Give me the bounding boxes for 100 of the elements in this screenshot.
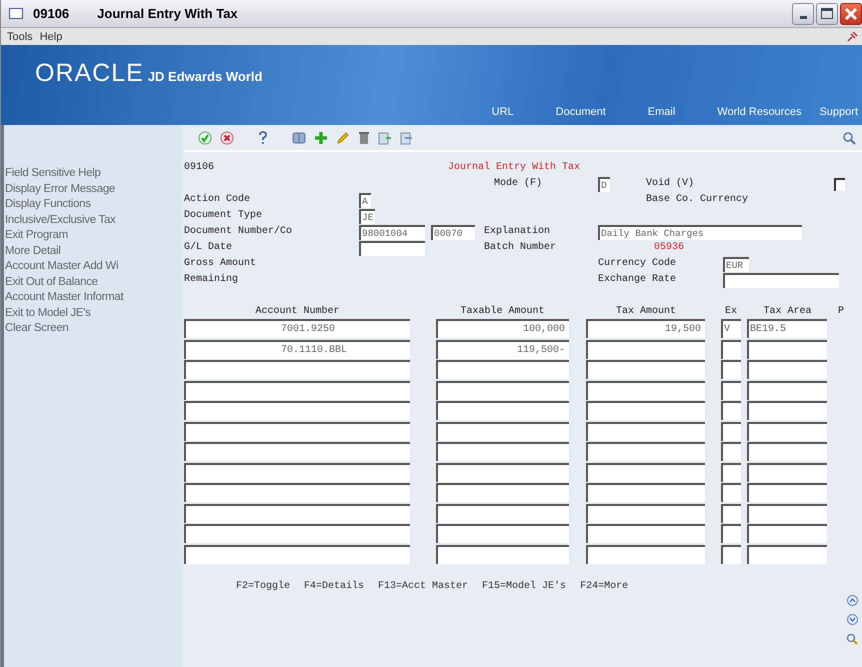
input-field[interactable]	[747, 462, 827, 482]
input-field[interactable]	[721, 504, 741, 523]
input-field[interactable]	[184, 380, 410, 400]
input-field[interactable]	[586, 401, 705, 420]
sidebar-item[interactable]: Field Sensitive Help	[4, 166, 182, 182]
function-key[interactable]: F13=Acct Master	[378, 578, 468, 594]
input-field[interactable]	[721, 401, 741, 420]
sidebar-item[interactable]: Display Functions	[4, 197, 182, 212]
input-field[interactable]	[586, 504, 705, 523]
input-field[interactable]	[747, 483, 827, 502]
input-field[interactable]	[723, 272, 839, 288]
menu-item[interactable]: Tools	[7, 30, 33, 42]
trash-icon[interactable]	[358, 130, 370, 144]
input-field[interactable]	[184, 462, 410, 482]
input-field[interactable]	[184, 422, 410, 441]
input-field[interactable]: A	[359, 192, 371, 208]
sidebar-item[interactable]: Exit Program	[4, 228, 182, 244]
banner-link[interactable]: URL	[492, 106, 514, 118]
input-field[interactable]	[721, 380, 741, 400]
input-field[interactable]: 7001.9250	[184, 319, 410, 338]
sidebar-item[interactable]: Account Master Informat	[4, 290, 182, 306]
input-field[interactable]	[436, 544, 569, 564]
input-field[interactable]	[721, 524, 741, 544]
input-field[interactable]	[721, 422, 741, 441]
input-field[interactable]	[747, 544, 827, 564]
input-field[interactable]	[184, 504, 410, 523]
input-field[interactable]	[436, 422, 569, 441]
input-field[interactable]	[184, 544, 410, 564]
input-field[interactable]	[747, 524, 827, 544]
zoom-icon[interactable]	[846, 633, 858, 645]
input-field[interactable]: Daily Bank Charges	[598, 224, 802, 240]
input-field[interactable]	[184, 483, 410, 502]
input-field[interactable]	[721, 483, 741, 502]
input-field[interactable]: BE19.5	[747, 319, 827, 338]
function-key[interactable]: F2=Toggle	[236, 578, 290, 594]
input-field[interactable]	[436, 504, 569, 523]
input-field[interactable]	[436, 380, 569, 400]
input-field[interactable]: D	[598, 176, 610, 192]
scroll-down-icon[interactable]	[846, 614, 858, 625]
banner-link[interactable]: World Resources	[717, 106, 802, 118]
input-field[interactable]	[436, 483, 569, 502]
input-field[interactable]	[184, 401, 410, 420]
sidebar-item[interactable]: More Detail	[4, 244, 182, 259]
banner-link[interactable]: Email	[648, 106, 676, 118]
add-icon[interactable]	[314, 130, 328, 144]
input-field[interactable]	[721, 360, 741, 380]
input-field[interactable]: 119,500-	[436, 340, 569, 359]
sidebar-item[interactable]: Inclusive/Exclusive Tax	[4, 212, 182, 228]
input-field[interactable]	[184, 524, 410, 544]
input-field[interactable]	[436, 462, 569, 482]
input-field[interactable]	[586, 340, 705, 359]
input-field[interactable]: 19,500	[586, 319, 705, 338]
document-icon[interactable]	[400, 130, 414, 144]
input-field[interactable]: EUR	[723, 256, 749, 272]
input-field[interactable]	[747, 504, 827, 523]
input-field[interactable]	[721, 340, 741, 359]
close-button[interactable]	[840, 2, 862, 24]
input-field[interactable]	[721, 442, 741, 462]
input-field[interactable]	[721, 462, 741, 482]
document-icon[interactable]	[378, 130, 392, 144]
checkbox[interactable]	[834, 178, 845, 190]
input-field[interactable]	[586, 380, 705, 400]
cancel-icon[interactable]	[220, 130, 234, 144]
function-key[interactable]: F24=More	[580, 578, 628, 594]
book-icon[interactable]	[292, 130, 306, 144]
banner-link[interactable]: Document	[556, 106, 606, 118]
sidebar-item[interactable]: Exit to Model JE's	[4, 306, 182, 321]
input-field[interactable]: 98001004	[359, 224, 425, 240]
input-field[interactable]	[747, 401, 827, 420]
help-icon[interactable]	[258, 130, 268, 144]
input-field[interactable]	[436, 524, 569, 544]
check-icon[interactable]	[198, 130, 212, 144]
input-field[interactable]	[436, 360, 569, 380]
minimize-button[interactable]	[792, 2, 814, 24]
input-field[interactable]: 100,000	[436, 319, 569, 338]
input-field[interactable]	[747, 340, 827, 359]
sidebar-item[interactable]: Exit Out of Balance	[4, 274, 182, 290]
input-field[interactable]	[586, 483, 705, 502]
pencil-icon[interactable]	[336, 130, 350, 144]
input-field[interactable]	[184, 442, 410, 462]
input-field[interactable]	[359, 240, 425, 256]
input-field[interactable]	[436, 401, 569, 420]
maximize-button[interactable]	[816, 2, 838, 24]
input-field[interactable]	[586, 544, 705, 564]
input-field[interactable]	[586, 462, 705, 482]
search-icon[interactable]	[842, 130, 856, 144]
input-field[interactable]: 00070	[431, 224, 475, 240]
pin-icon[interactable]	[846, 30, 858, 42]
scroll-up-icon[interactable]	[846, 595, 858, 606]
function-key[interactable]: F4=Details	[304, 578, 364, 594]
menu-item[interactable]: Help	[40, 30, 62, 42]
input-field[interactable]	[747, 360, 827, 380]
sidebar-item[interactable]: Display Error Message	[4, 182, 182, 197]
input-field[interactable]	[586, 524, 705, 544]
sidebar-item[interactable]: Clear Screen	[4, 321, 182, 336]
input-field[interactable]	[586, 422, 705, 441]
input-field[interactable]	[747, 380, 827, 400]
input-field[interactable]: 70.1110.BBL	[184, 340, 410, 359]
input-field[interactable]	[586, 442, 705, 462]
input-field[interactable]	[586, 360, 705, 380]
